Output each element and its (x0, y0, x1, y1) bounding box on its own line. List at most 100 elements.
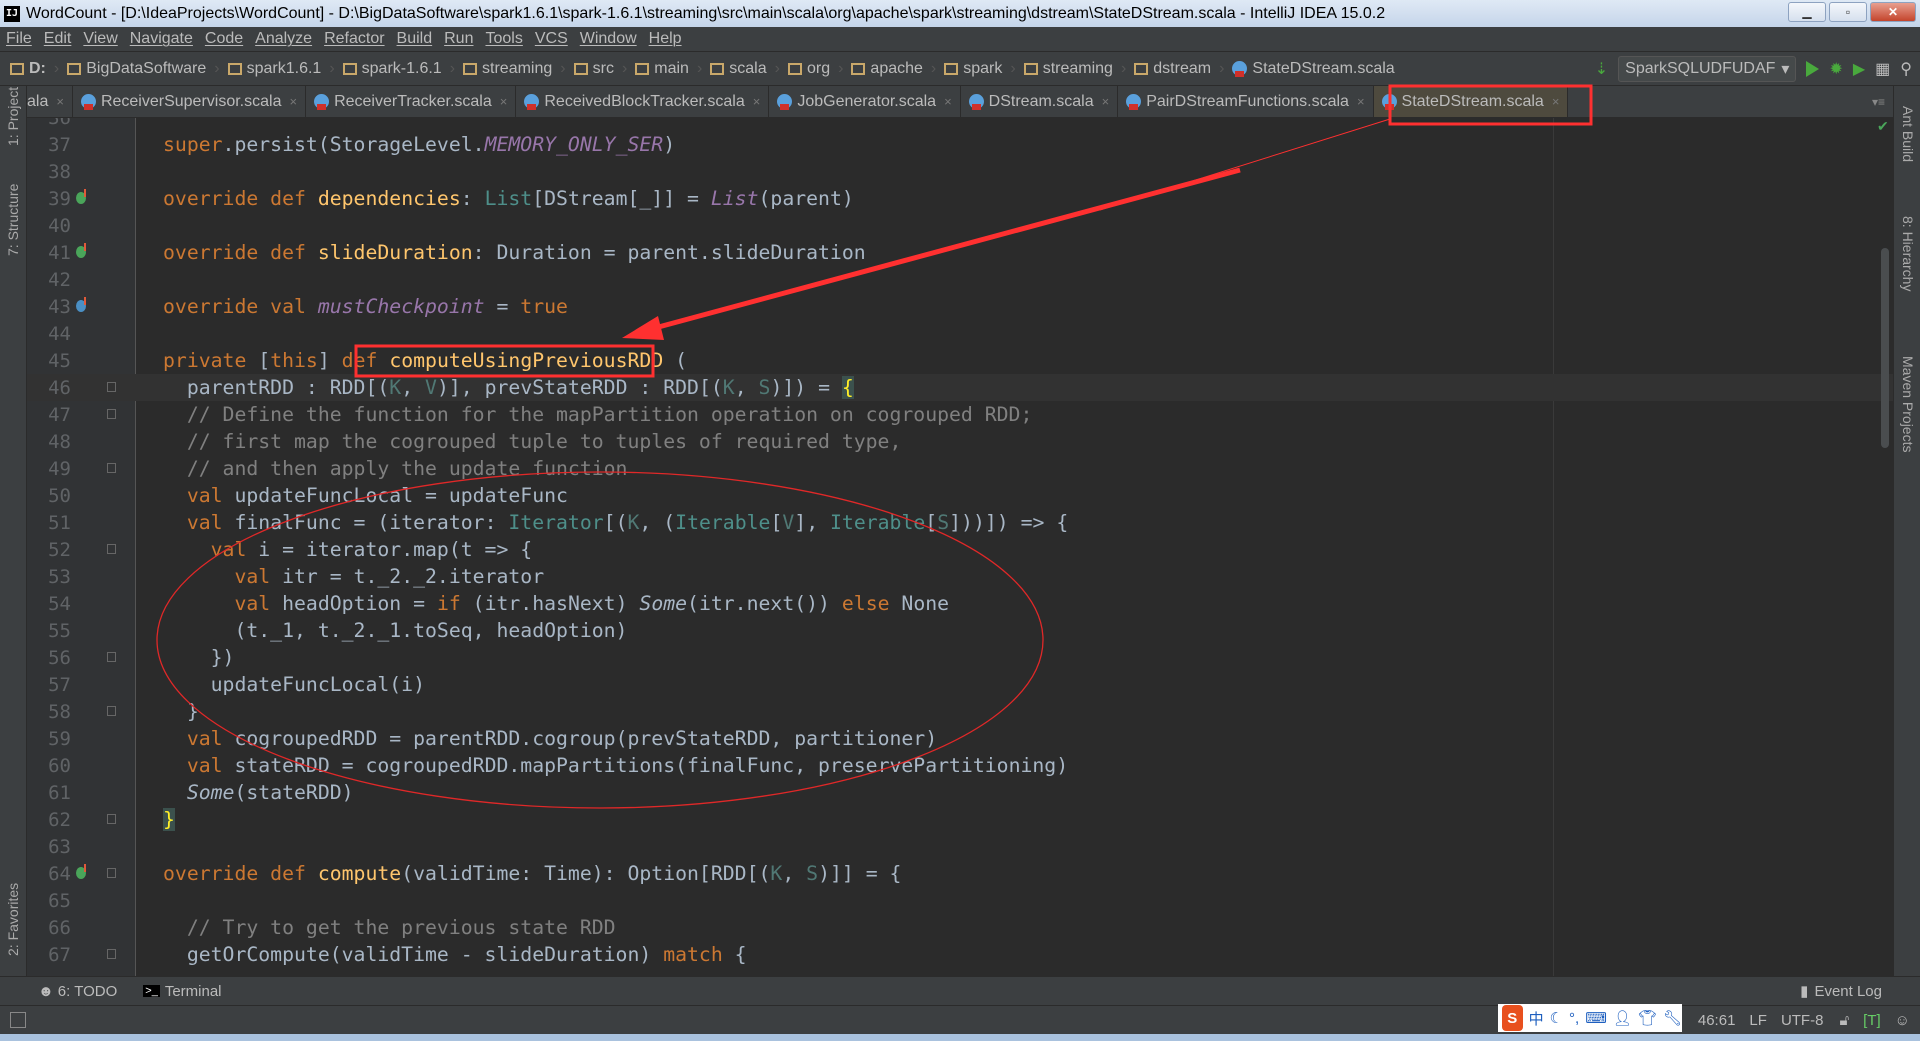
code-line[interactable]: 50 val updateFuncLocal = updateFunc (27, 482, 1893, 509)
maximize-button[interactable]: ▫ (1829, 2, 1867, 22)
close-tab-icon[interactable]: × (500, 94, 508, 109)
menu-help[interactable]: Help (649, 30, 682, 48)
breadcrumb-item[interactable]: main › (635, 60, 702, 78)
toggle-tool-windows-icon[interactable] (10, 1012, 26, 1028)
tool-project[interactable]: 1: Project (5, 87, 21, 146)
code-line[interactable]: 67 getOrCompute(validTime - slideDuratio… (27, 941, 1893, 968)
breadcrumb-item[interactable]: org › (787, 60, 843, 78)
punctuation-icon[interactable]: °, (1569, 1010, 1579, 1027)
breadcrumb-item[interactable]: src › (573, 60, 627, 78)
tab-receivedblocktracker-scala[interactable]: ReceivedBlockTracker.scala × (516, 86, 770, 117)
close-button[interactable]: ✕ (1870, 2, 1916, 22)
keyboard-icon[interactable]: ⌨ (1585, 1009, 1607, 1027)
breadcrumb-file[interactable]: StateDStream.scala (1232, 60, 1395, 78)
breadcrumb-item[interactable]: streaming › (463, 60, 566, 78)
breadcrumb-item[interactable]: streaming › (1023, 60, 1126, 78)
code-line[interactable]: 44 (27, 320, 1893, 347)
run-icon[interactable] (1806, 61, 1820, 77)
code-line[interactable]: 48 // first map the cogrouped tuple to t… (27, 428, 1893, 455)
code-line[interactable]: 62} (27, 806, 1893, 833)
tab-receivertracker-scala[interactable]: ReceiverTracker.scala × (306, 86, 517, 117)
fold-marker-icon[interactable] (93, 455, 136, 482)
breadcrumb-item[interactable]: spark1.6.1 › (227, 60, 335, 78)
fold-marker-icon[interactable] (93, 401, 136, 428)
breadcrumb-item[interactable]: apache › (851, 60, 936, 78)
code-line[interactable]: 45 private [this] def computeUsingPreviou… (27, 347, 1893, 374)
tool-favorites[interactable]: 2: Favorites (5, 883, 21, 956)
code-line[interactable]: 39 override def dependencies: List[DStrea… (27, 185, 1893, 212)
fold-marker-icon[interactable] (93, 698, 136, 725)
code-line[interactable]: 47 // Define the function for the mapPar… (27, 401, 1893, 428)
close-tab-icon[interactable]: × (56, 94, 64, 109)
tab-ala[interactable]: ala × (27, 86, 73, 117)
code-line[interactable]: 59 val cogroupedRDD = parentRDD.cogroup(… (27, 725, 1893, 752)
fold-marker-icon[interactable] (93, 536, 136, 563)
caret-position[interactable]: 46:61 (1698, 1012, 1736, 1029)
code-line[interactable]: 57 updateFuncLocal(i) (27, 671, 1893, 698)
code-line[interactable]: 53 val itr = t._2._2.iterator (27, 563, 1893, 590)
tool-maven-projects[interactable]: Maven Projects (1900, 356, 1916, 452)
tab-receiversupervisor-scala[interactable]: ReceiverSupervisor.scala × (73, 86, 307, 117)
hector-icon[interactable]: ☺ (1895, 1012, 1910, 1029)
debug-icon[interactable]: ✹ (1829, 59, 1842, 79)
menu-refactor[interactable]: Refactor (324, 30, 384, 48)
breadcrumb-item[interactable]: D: › (10, 60, 59, 78)
tab-pairdstreamfunctions-scala[interactable]: PairDStreamFunctions.scala × (1118, 86, 1374, 117)
run-config-dropdown[interactable]: SparkSQLUDFUDAF ▾ (1618, 56, 1797, 82)
lock-icon[interactable]: 🔓︎ (1839, 1012, 1849, 1029)
vertical-scrollbar[interactable] (1881, 248, 1889, 448)
code-line[interactable]: 51 val finalFunc = (iterator: Iterator[(… (27, 509, 1893, 536)
code-line[interactable]: 46 parentRDD : RDD[(K, V)], prevStateRDD… (27, 374, 1893, 401)
menu-window[interactable]: Window (580, 30, 637, 48)
skin-icon[interactable]: 👕︎ (1638, 1009, 1657, 1027)
breadcrumb-item[interactable]: scala › (710, 60, 780, 78)
moon-icon[interactable]: ☾ (1550, 1009, 1563, 1027)
code-line[interactable]: 58 } (27, 698, 1893, 725)
code-line[interactable]: 56 }) (27, 644, 1893, 671)
menu-code[interactable]: Code (205, 30, 243, 48)
tool-terminal[interactable]: Terminal (165, 983, 222, 1000)
fold-marker-icon[interactable] (93, 860, 136, 887)
code-line[interactable]: 43 override val mustCheckpoint = true (27, 293, 1893, 320)
menu-file[interactable]: File (6, 30, 32, 48)
file-encoding[interactable]: UTF-8 (1781, 1012, 1824, 1029)
project-structure-icon[interactable]: ▦ (1875, 59, 1890, 79)
code-line[interactable]: 64 override def compute(validTime: Time):… (27, 860, 1893, 887)
tools-icon[interactable]: 🔧︎ (1663, 1009, 1682, 1027)
code-line[interactable]: 40 (27, 212, 1893, 239)
menu-build[interactable]: Build (397, 30, 433, 48)
close-tab-icon[interactable]: × (753, 94, 761, 109)
code-line[interactable]: 49 // and then apply the update function (27, 455, 1893, 482)
coverage-icon[interactable]: ▶ (1853, 59, 1865, 79)
menu-navigate[interactable]: Navigate (130, 30, 193, 48)
tool-ant-build[interactable]: Ant Build (1900, 106, 1916, 162)
menu-analyze[interactable]: Analyze (255, 30, 312, 48)
close-tab-icon[interactable]: × (1357, 94, 1365, 109)
tool-hierarchy[interactable]: 8: Hierarchy (1900, 216, 1916, 291)
code-line[interactable]: 42 (27, 266, 1893, 293)
menu-view[interactable]: View (83, 30, 117, 48)
breadcrumb-item[interactable]: spark › (944, 60, 1016, 78)
code-line[interactable]: 41 override def slideDuration: Duration =… (27, 239, 1893, 266)
tool-structure[interactable]: 7: Structure (5, 184, 21, 256)
menu-tools[interactable]: Tools (485, 30, 522, 48)
ime-mode[interactable]: 中 (1529, 1008, 1544, 1029)
code-line[interactable]: 65 (27, 887, 1893, 914)
user-icon[interactable]: 👤︎ (1613, 1009, 1632, 1027)
breadcrumb-item[interactable]: BigDataSoftware › (67, 60, 220, 78)
code-line[interactable]: 52 val i = iterator.map(t => { (27, 536, 1893, 563)
code-editor[interactable]: 36 37 super.persist(StorageLevel.MEMORY_ON… (27, 118, 1893, 976)
menu-edit[interactable]: Edit (44, 30, 72, 48)
minimize-button[interactable]: ▁ (1788, 2, 1826, 22)
menu-run[interactable]: Run (444, 30, 473, 48)
line-separator[interactable]: LF (1749, 1012, 1767, 1029)
tab-statedstream-scala[interactable]: StateDStream.scala × (1373, 86, 1569, 117)
code-line[interactable]: 66 // Try to get the previous state RDD (27, 914, 1893, 941)
close-tab-icon[interactable]: × (944, 94, 952, 109)
code-line[interactable]: 36 (27, 118, 1893, 131)
code-line[interactable]: 61 Some(stateRDD) (27, 779, 1893, 806)
close-tab-icon[interactable]: × (1102, 94, 1110, 109)
fold-marker-icon[interactable] (93, 374, 136, 401)
menu-vcs[interactable]: VCS (535, 30, 568, 48)
ime-toolbar[interactable]: S 中 ☾ °, ⌨ 👤︎ 👕︎ 🔧︎ (1498, 1004, 1682, 1032)
